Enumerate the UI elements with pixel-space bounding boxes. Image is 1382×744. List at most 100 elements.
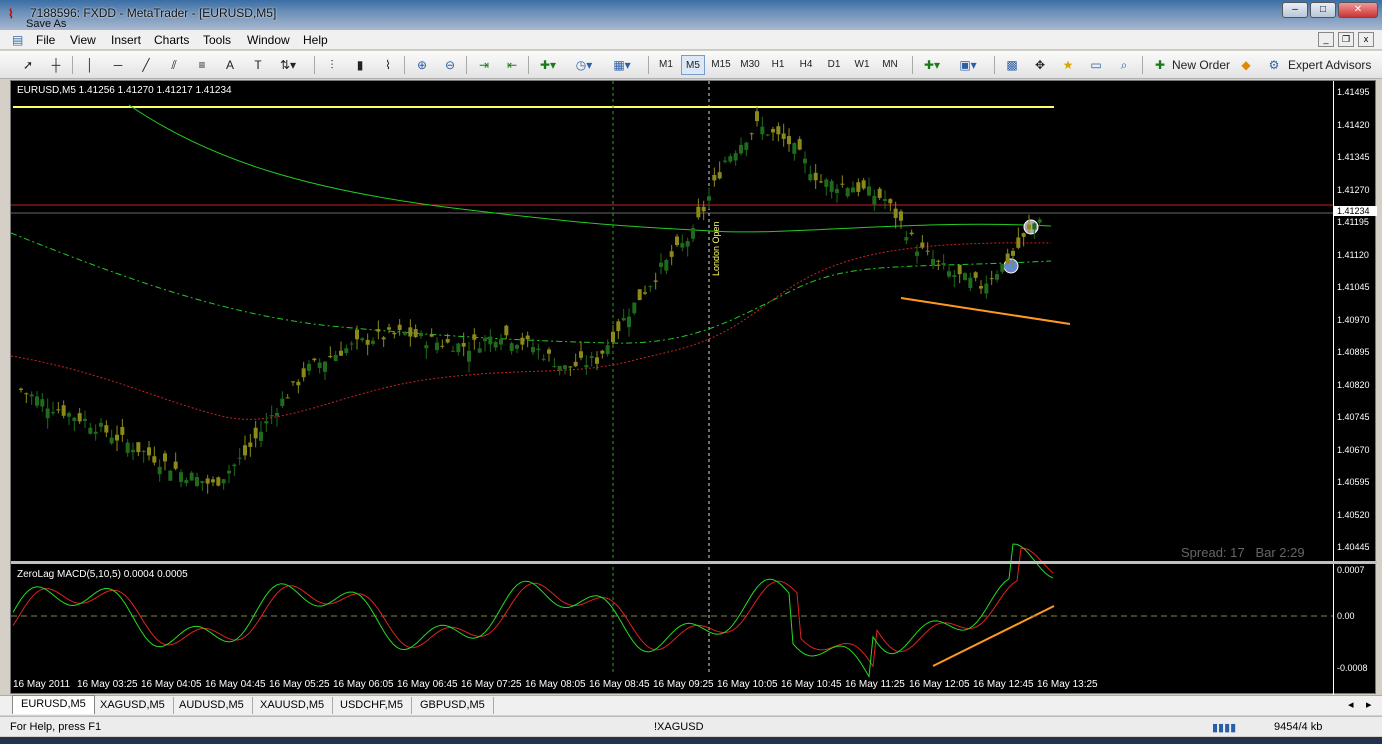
timeframe-h4[interactable]: H4 — [794, 55, 818, 75]
menu-insert[interactable]: Insert — [111, 33, 141, 47]
candle-body — [931, 258, 935, 266]
candle-body — [819, 181, 823, 183]
mdi-restore-button[interactable]: ❐ — [1338, 32, 1354, 47]
candle-body — [61, 405, 66, 416]
tab-usdchf-m5[interactable]: USDCHF,M5 — [332, 697, 412, 714]
candle-body — [355, 329, 359, 340]
candle-body — [344, 348, 349, 353]
candle-body — [824, 179, 829, 187]
candlestick-icon[interactable]: ▮ — [350, 55, 370, 75]
timeframe-d1[interactable]: D1 — [822, 55, 846, 75]
equidistant-channel-icon[interactable]: ⫽ — [164, 55, 184, 75]
price-label: 1.40745 — [1337, 412, 1370, 422]
save-as-ghost-title: Save As — [26, 18, 67, 30]
menu-view[interactable]: View — [70, 33, 96, 47]
menu-tools[interactable]: Tools — [203, 33, 231, 47]
horizontal-line-icon[interactable]: ─ — [108, 55, 128, 75]
ma-red-line — [11, 242, 1052, 420]
maximize-button[interactable]: □ — [1310, 2, 1336, 18]
tab-audusd-m5[interactable]: AUDUSD,M5 — [171, 697, 253, 714]
new-order-button[interactable]: New Order — [1172, 55, 1232, 75]
strategy-tester-icon[interactable]: ⌕ — [1114, 55, 1134, 75]
candle-body — [744, 142, 749, 150]
line-chart-icon[interactable]: ⌇ — [378, 55, 398, 75]
menu-help[interactable]: Help — [303, 33, 328, 47]
macd-signal-line — [12, 547, 1054, 668]
text-label-icon[interactable]: T — [248, 55, 268, 75]
price-chart[interactable]: London Open — [11, 81, 1333, 695]
time-label: 16 May 07:25 — [461, 679, 522, 690]
candle-body — [307, 363, 311, 371]
chart-menu-icon[interactable]: ▤ — [12, 33, 23, 47]
timeframe-m30[interactable]: M30 — [738, 55, 762, 75]
price-label: 1.41120 — [1337, 249, 1369, 260]
panel-separator[interactable] — [11, 561, 1377, 564]
expert-advisors-icon[interactable]: ⚙ — [1264, 55, 1284, 75]
new-chart-icon[interactable]: ✚▾ — [922, 55, 942, 75]
market-watch-icon[interactable]: ▩ — [1002, 55, 1022, 75]
timeframe-w1[interactable]: W1 — [850, 55, 874, 75]
candle-body — [477, 348, 482, 353]
zoom-out-icon[interactable]: ⊖ — [440, 55, 460, 75]
candle-body — [365, 339, 370, 345]
candle-body — [541, 358, 546, 360]
timeframe-h1[interactable]: H1 — [766, 55, 790, 75]
vertical-line-icon[interactable]: │ — [80, 55, 100, 75]
candle-body — [109, 437, 114, 444]
timeframe-m15[interactable]: M15 — [709, 55, 733, 75]
candle-body — [77, 413, 82, 422]
mdi-close-button[interactable]: x — [1358, 32, 1374, 47]
bar-chart-icon[interactable]: ⫶ — [322, 55, 342, 75]
candle-body — [440, 345, 445, 347]
timeframe-mn[interactable]: MN — [878, 55, 902, 75]
periods-icon[interactable]: ◷▾ — [574, 55, 594, 75]
cursor-icon[interactable]: ➚ — [18, 55, 38, 75]
fibonacci-icon[interactable]: ≡ — [192, 55, 212, 75]
candle-body — [312, 358, 317, 361]
candle-body — [248, 442, 253, 447]
tab-xauusd-m5[interactable]: XAUUSD,M5 — [252, 697, 334, 714]
candle-body — [99, 422, 103, 427]
minimize-button[interactable]: – — [1282, 2, 1308, 18]
candle-body — [163, 453, 167, 462]
candle-body — [456, 343, 461, 353]
new-order-icon[interactable]: ✚ — [1150, 55, 1170, 75]
alert-icon[interactable]: ◆ — [1236, 55, 1256, 75]
tab-eurusd-m5[interactable]: EURUSD,M5 — [12, 695, 95, 714]
candle-body — [136, 442, 141, 453]
price-label: 1.40970 — [1337, 314, 1370, 325]
candle-body — [909, 232, 914, 235]
chart-shift-icon[interactable]: ⇤ — [502, 55, 522, 75]
arrows-icon[interactable]: ⇅▾ — [278, 55, 298, 75]
expert-advisors-button[interactable]: Expert Advisors — [1288, 55, 1372, 75]
menu-file[interactable]: File — [36, 33, 55, 47]
zoom-in-icon[interactable]: ⊕ — [412, 55, 432, 75]
candle-body — [621, 318, 626, 321]
timeframe-m5[interactable]: M5 — [681, 55, 705, 75]
chart-window[interactable]: London Open EURUSD,M5 1.41256 1.41270 1.… — [10, 80, 1377, 695]
tab-xagusd-m5[interactable]: XAGUSD,M5 — [92, 697, 174, 714]
terminal-icon[interactable]: ▭ — [1086, 55, 1106, 75]
tab-gbpusd-m5[interactable]: GBPUSD,M5 — [412, 697, 494, 714]
candle-body — [1027, 224, 1031, 230]
menu-window[interactable]: Window — [247, 33, 290, 47]
navigator-icon[interactable]: ✥ — [1030, 55, 1050, 75]
crosshair-icon[interactable]: ┼ — [46, 55, 66, 75]
candle-body — [595, 357, 599, 364]
tab-scroll-right-icon[interactable]: ▸ — [1358, 697, 1380, 714]
mdi-minimize-button[interactable]: _ — [1318, 32, 1334, 47]
close-button[interactable]: ✕ — [1338, 2, 1378, 18]
templates-icon[interactable]: ▦▾ — [612, 55, 632, 75]
trendline-icon[interactable]: ╱ — [136, 55, 156, 75]
text-icon[interactable]: A — [220, 55, 240, 75]
candle-body — [680, 243, 685, 248]
menu-charts[interactable]: Charts — [154, 33, 189, 47]
profiles-icon[interactable]: ▣▾ — [958, 55, 978, 75]
time-label: 16 May 2011 — [13, 679, 71, 690]
candle-body — [333, 354, 338, 361]
autoscroll-icon[interactable]: ⇥ — [474, 55, 494, 75]
favorites-icon[interactable]: ★ — [1058, 55, 1078, 75]
indicators-icon[interactable]: ✚▾ — [538, 55, 558, 75]
timeframe-m1[interactable]: M1 — [654, 55, 678, 75]
candle-body — [1016, 237, 1021, 248]
